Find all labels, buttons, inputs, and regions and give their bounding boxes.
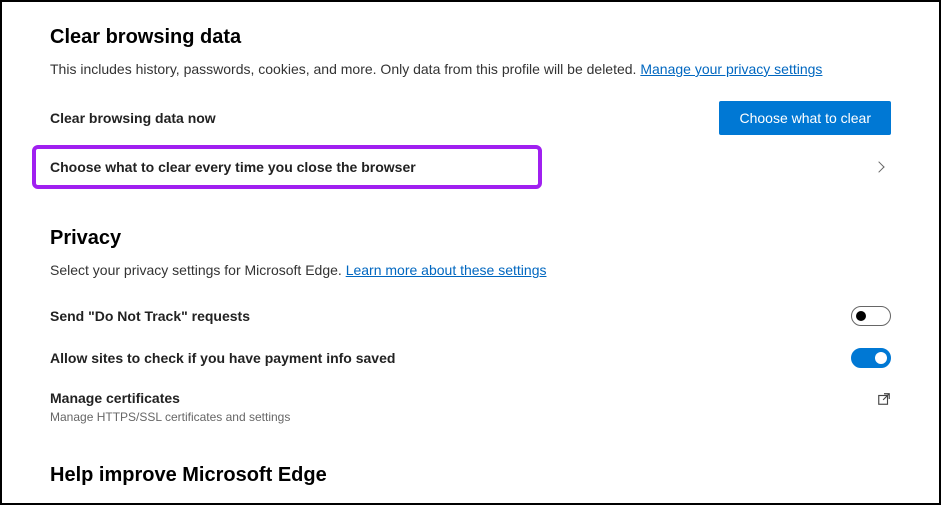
clear-data-description: This includes history, passwords, cookie… bbox=[50, 61, 891, 77]
privacy-description: Select your privacy settings for Microso… bbox=[50, 262, 891, 278]
payment-info-row: Allow sites to check if you have payment… bbox=[50, 348, 891, 368]
choose-clear-on-close-row[interactable]: Choose what to clear every time you clos… bbox=[32, 145, 542, 189]
manage-certificates-row[interactable]: Manage certificates Manage HTTPS/SSL cer… bbox=[50, 390, 891, 424]
do-not-track-label: Send "Do Not Track" requests bbox=[50, 308, 250, 324]
payment-info-label: Allow sites to check if you have payment… bbox=[50, 350, 395, 366]
clear-data-title: Clear browsing data bbox=[50, 26, 891, 49]
manage-certificates-subtitle: Manage HTTPS/SSL certificates and settin… bbox=[50, 410, 290, 424]
external-link-icon bbox=[877, 392, 891, 411]
clear-now-row: Clear browsing data now Choose what to c… bbox=[50, 101, 891, 135]
choose-clear-on-close-label: Choose what to clear every time you clos… bbox=[50, 159, 416, 175]
clear-browsing-data-section: Clear browsing data This includes histor… bbox=[50, 26, 891, 189]
payment-info-toggle[interactable] bbox=[851, 348, 891, 368]
manage-privacy-settings-link[interactable]: Manage your privacy settings bbox=[640, 61, 822, 77]
learn-more-link[interactable]: Learn more about these settings bbox=[346, 262, 547, 278]
choose-what-to-clear-button[interactable]: Choose what to clear bbox=[719, 101, 891, 135]
help-improve-section: Help improve Microsoft Edge bbox=[50, 464, 891, 487]
help-improve-title: Help improve Microsoft Edge bbox=[50, 464, 891, 487]
manage-certificates-title: Manage certificates bbox=[50, 390, 290, 406]
privacy-title: Privacy bbox=[50, 227, 891, 250]
chevron-right-icon bbox=[875, 158, 891, 176]
do-not-track-toggle[interactable] bbox=[851, 306, 891, 326]
privacy-section: Privacy Select your privacy settings for… bbox=[50, 227, 891, 424]
do-not-track-row: Send "Do Not Track" requests bbox=[50, 306, 891, 326]
clear-now-label: Clear browsing data now bbox=[50, 110, 216, 126]
